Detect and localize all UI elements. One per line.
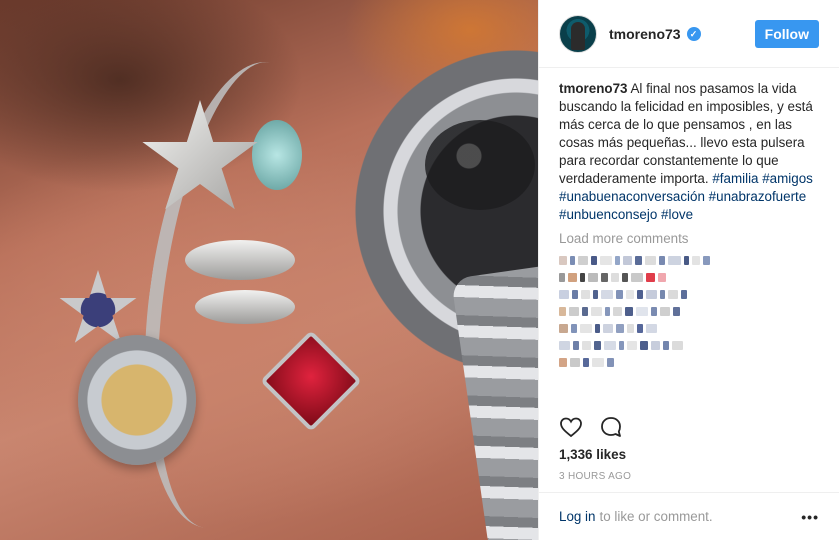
pixelated-line [559, 358, 819, 367]
caption-username[interactable]: tmoreno73 [559, 81, 627, 96]
pixelated-line [559, 307, 819, 316]
hashtag-link[interactable]: #unbuenconsejo [559, 207, 657, 222]
avatar[interactable] [559, 14, 597, 53]
post-actions [559, 415, 623, 439]
watch-dial-graphic [425, 120, 535, 210]
hashtag-link[interactable]: #amigos [762, 171, 813, 186]
post-caption: tmoreno73 Al final nos pasamos la vida b… [559, 80, 819, 224]
post-sidebar: tmoreno73 ✓ Follow tmoreno73 Al final no… [538, 0, 839, 540]
instagram-post: tmoreno73 ✓ Follow tmoreno73 Al final no… [0, 0, 839, 540]
follow-button[interactable]: Follow [754, 19, 819, 48]
heart-outline-icon[interactable] [559, 415, 583, 439]
pixelated-line [559, 324, 819, 333]
teal-charm-graphic [252, 120, 302, 190]
like-count[interactable]: 1,336 likes [559, 447, 626, 462]
load-more-comments-link[interactable]: Load more comments [559, 230, 819, 248]
post-photo[interactable] [0, 0, 538, 540]
comments-section: tmoreno73 Al final nos pasamos la vida b… [539, 68, 839, 367]
hashtag-link[interactable]: #unabuenaconversación [559, 189, 705, 204]
post-header: tmoreno73 ✓ Follow [539, 0, 839, 68]
hashtag-link[interactable]: #love [661, 207, 693, 222]
bead-charm-graphic [185, 240, 295, 280]
hashtag-link[interactable]: #familia [712, 171, 758, 186]
pixelated-line [559, 290, 819, 299]
author-username[interactable]: tmoreno73 ✓ [609, 26, 701, 42]
pixelated-line [559, 256, 819, 265]
pixelated-line [559, 341, 819, 350]
login-link[interactable]: Log in [559, 509, 595, 524]
comment-bubble-icon[interactable] [599, 415, 623, 439]
author-username-text[interactable]: tmoreno73 [609, 26, 681, 42]
tree-of-life-charm-graphic [78, 335, 196, 465]
hashtag-link[interactable]: #unabrazofuerte [709, 189, 807, 204]
bead-charm-graphic [195, 290, 295, 324]
login-footer: Log in to like or comment. ••• [539, 492, 839, 540]
post-timestamp[interactable]: 3 HOURS AGO [559, 471, 631, 482]
more-options-icon[interactable]: ••• [801, 509, 819, 525]
pixelated-line [559, 273, 819, 282]
pixelated-comment [559, 290, 819, 333]
login-prompt-text: to like or comment. [599, 509, 713, 524]
verified-badge-icon: ✓ [686, 26, 701, 41]
pixelated-comment [559, 341, 819, 367]
pixelated-comment [559, 256, 819, 282]
